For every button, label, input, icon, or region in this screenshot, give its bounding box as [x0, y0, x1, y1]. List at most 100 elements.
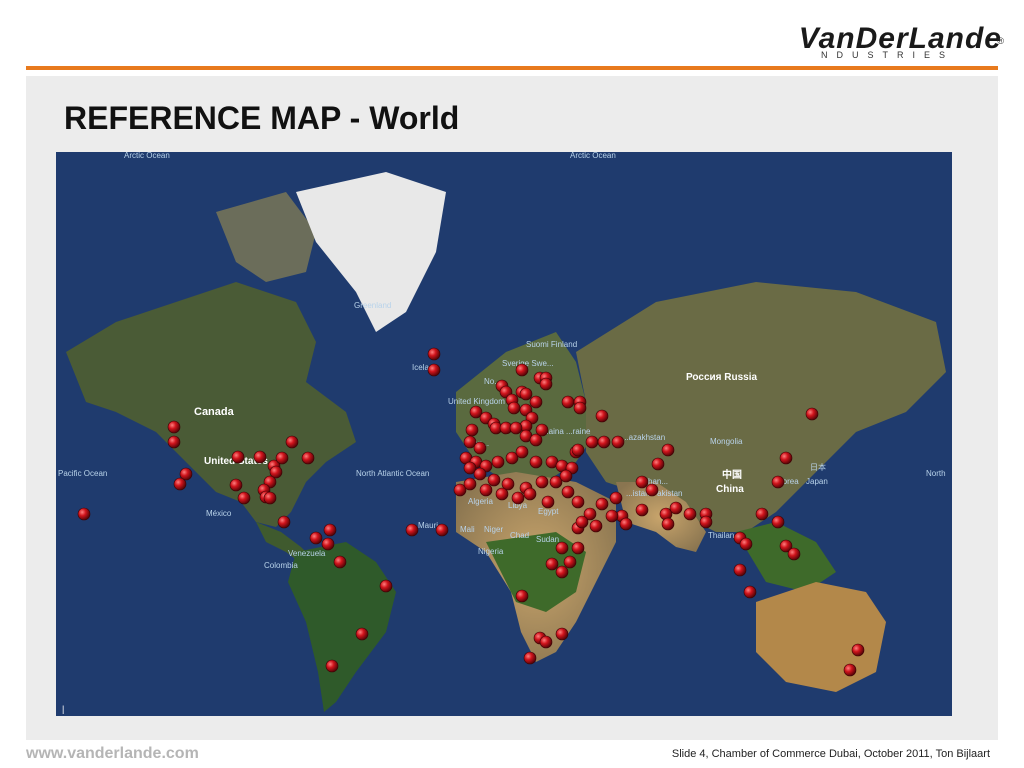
location-marker[interactable] — [605, 509, 619, 523]
label-russia: Россия Russia — [686, 372, 758, 383]
location-marker[interactable] — [755, 507, 769, 521]
location-marker[interactable] — [651, 457, 665, 471]
location-marker[interactable] — [571, 541, 585, 555]
location-marker[interactable] — [515, 363, 529, 377]
location-marker[interactable] — [333, 555, 347, 569]
footer-slide-info: Slide 4, Chamber of Commerce Dubai, Octo… — [671, 748, 990, 760]
location-marker[interactable] — [771, 515, 785, 529]
location-marker[interactable] — [253, 450, 267, 464]
footer-url[interactable]: www.vanderlande.com — [26, 745, 199, 763]
logo-subtext: NDUSTRIES — [820, 50, 954, 60]
location-marker[interactable] — [539, 635, 553, 649]
location-marker[interactable] — [661, 517, 675, 531]
location-marker[interactable] — [595, 409, 609, 423]
location-marker[interactable] — [325, 659, 339, 673]
location-marker[interactable] — [301, 451, 315, 465]
label-arctic-left: Arctic Ocean — [124, 152, 170, 160]
location-marker[interactable] — [263, 491, 277, 505]
location-marker[interactable] — [495, 487, 509, 501]
location-marker[interactable] — [561, 395, 575, 409]
location-marker[interactable] — [561, 485, 575, 499]
location-marker[interactable] — [595, 497, 609, 511]
location-marker[interactable] — [405, 523, 419, 537]
location-marker[interactable] — [597, 435, 611, 449]
location-marker[interactable] — [77, 507, 91, 521]
location-marker[interactable] — [523, 651, 537, 665]
location-marker[interactable] — [645, 483, 659, 497]
location-marker[interactable] — [683, 507, 697, 521]
location-marker[interactable] — [479, 483, 493, 497]
location-marker[interactable] — [321, 537, 335, 551]
location-marker[interactable] — [779, 451, 793, 465]
location-marker[interactable] — [573, 401, 587, 415]
location-marker[interactable] — [509, 421, 523, 435]
location-marker[interactable] — [535, 475, 549, 489]
location-marker[interactable] — [355, 627, 369, 641]
location-marker[interactable] — [465, 423, 479, 437]
location-marker[interactable] — [487, 473, 501, 487]
location-marker[interactable] — [843, 663, 857, 677]
location-marker[interactable] — [167, 420, 181, 434]
location-marker[interactable] — [733, 563, 747, 577]
location-marker[interactable] — [559, 469, 573, 483]
location-marker[interactable] — [589, 519, 603, 533]
label-united-kingdom: United Kingdom — [448, 397, 505, 406]
location-marker[interactable] — [529, 395, 543, 409]
location-marker[interactable] — [609, 491, 623, 505]
location-marker[interactable] — [851, 643, 865, 657]
location-marker[interactable] — [473, 441, 487, 455]
location-marker[interactable] — [173, 477, 187, 491]
label-sudan: Sudan — [536, 535, 559, 544]
location-marker[interactable] — [743, 585, 757, 599]
location-marker[interactable] — [511, 491, 525, 505]
location-marker[interactable] — [669, 501, 683, 515]
location-marker[interactable] — [229, 478, 243, 492]
location-marker[interactable] — [635, 503, 649, 517]
location-marker[interactable] — [515, 445, 529, 459]
location-marker[interactable] — [379, 579, 393, 593]
location-marker[interactable] — [167, 435, 181, 449]
location-marker[interactable] — [507, 401, 521, 415]
location-marker[interactable] — [555, 565, 569, 579]
label-nigeria: Nigeria — [478, 547, 504, 556]
location-marker[interactable] — [571, 495, 585, 509]
location-marker[interactable] — [473, 467, 487, 481]
location-marker[interactable] — [805, 407, 819, 421]
label-china: China — [716, 484, 744, 495]
location-marker[interactable] — [555, 541, 569, 555]
location-marker[interactable] — [585, 435, 599, 449]
location-marker[interactable] — [619, 517, 633, 531]
location-marker[interactable] — [231, 450, 245, 464]
location-marker[interactable] — [309, 531, 323, 545]
location-marker[interactable] — [323, 523, 337, 537]
location-marker[interactable] — [237, 491, 251, 505]
location-marker[interactable] — [277, 515, 291, 529]
location-marker[interactable] — [699, 515, 713, 529]
location-marker[interactable] — [555, 627, 569, 641]
location-marker[interactable] — [491, 455, 505, 469]
location-marker[interactable] — [541, 495, 555, 509]
location-marker[interactable] — [539, 377, 553, 391]
location-marker[interactable] — [519, 387, 533, 401]
location-marker[interactable] — [661, 443, 675, 457]
location-marker[interactable] — [575, 515, 589, 529]
location-marker[interactable] — [529, 455, 543, 469]
location-marker[interactable] — [611, 435, 625, 449]
location-marker[interactable] — [285, 435, 299, 449]
location-marker[interactable] — [571, 443, 585, 457]
location-marker[interactable] — [435, 523, 449, 537]
location-marker[interactable] — [275, 451, 289, 465]
location-marker[interactable] — [515, 589, 529, 603]
location-marker[interactable] — [563, 555, 577, 569]
location-marker[interactable] — [771, 475, 785, 489]
location-marker[interactable] — [427, 347, 441, 361]
location-marker[interactable] — [463, 477, 477, 491]
page-title: REFERENCE MAP - World — [64, 100, 460, 136]
location-marker[interactable] — [635, 475, 649, 489]
location-marker[interactable] — [427, 363, 441, 377]
location-marker[interactable] — [523, 487, 537, 501]
location-marker[interactable] — [739, 537, 753, 551]
location-marker[interactable] — [545, 557, 559, 571]
location-marker[interactable] — [535, 423, 549, 437]
location-marker[interactable] — [787, 547, 801, 561]
